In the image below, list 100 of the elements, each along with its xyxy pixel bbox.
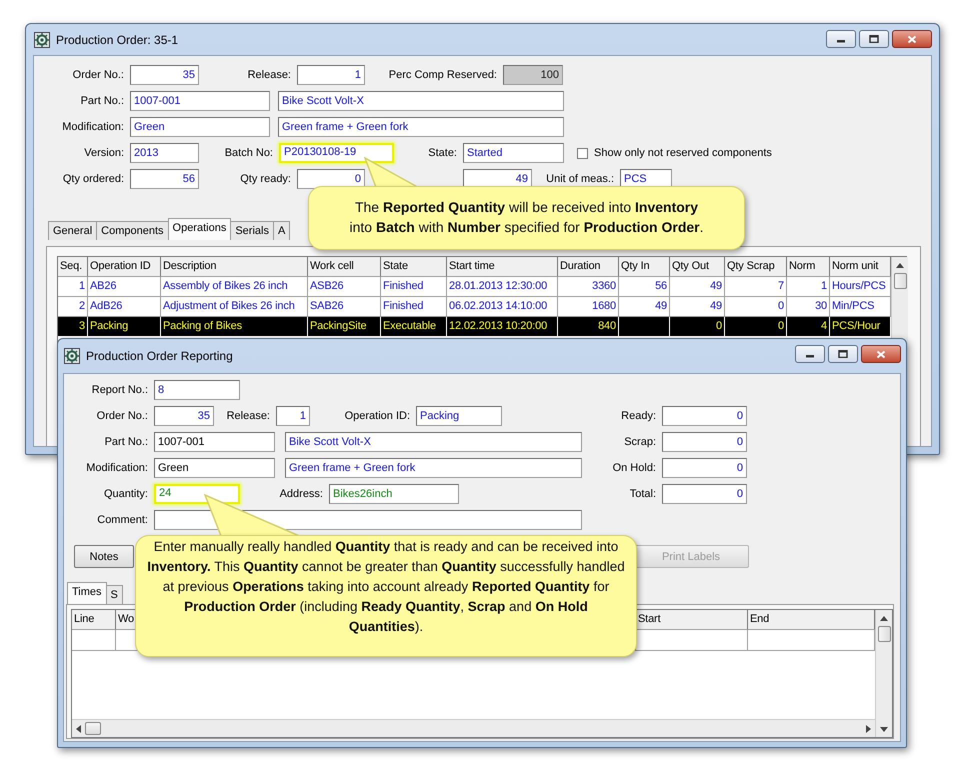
table-cell: 0	[670, 317, 725, 337]
table-cell: 49	[670, 277, 725, 297]
input-field[interactable]: Green	[130, 117, 270, 137]
table-cell: 49	[670, 297, 725, 317]
readonly-field: 100	[503, 65, 563, 85]
table-cell: 49	[619, 297, 670, 317]
table-row[interactable]: 1 AB26 Assembly of Bikes 26 inch ASB26 Finished 28.01.2013 12:30:00 3360 56 49 7 1 Hours/PCS	[58, 277, 891, 297]
input-field[interactable]: 56	[130, 169, 199, 189]
field-label: Quantity:	[102, 488, 149, 500]
table-cell: Finished	[381, 277, 447, 297]
table-cell: ASB26	[308, 277, 381, 297]
field-label: Ready:	[620, 410, 657, 422]
input-field[interactable]: Green	[154, 458, 275, 478]
table-cell: 7	[725, 277, 787, 297]
table-cell: 3	[58, 317, 88, 337]
table-cell: AdB26	[88, 297, 161, 317]
column-header[interactable]: Norm unit	[830, 257, 891, 277]
table-cell: Executable	[381, 317, 447, 337]
field-label: Batch No:	[224, 147, 274, 159]
field-label: Unit of meas.:	[545, 173, 615, 185]
table-cell: 4	[787, 317, 830, 337]
tab[interactable]: Times	[67, 582, 107, 604]
table-cell: 56	[619, 277, 670, 297]
field-label: Scrap:	[623, 436, 657, 448]
tab[interactable]: A	[272, 221, 290, 240]
table-cell: Adjustment of Bikes 26 inch	[161, 297, 308, 317]
selected-row[interactable]: 3 Packing Packing of Bikes PackingSite Executable 12.02.2013 10:20:00 840 0 0 4 PCS/Hour	[58, 317, 891, 337]
input-field[interactable]: 0	[662, 432, 747, 452]
tab[interactable]: Components	[96, 221, 169, 240]
input-field[interactable]: 1007-001	[130, 91, 270, 111]
input-field[interactable]: Green frame + Green fork	[285, 458, 582, 478]
input-field[interactable]: Bikes26inch	[329, 484, 459, 504]
input-field[interactable]: 1007-001	[154, 432, 275, 452]
input-field[interactable]: 35	[154, 406, 214, 426]
input-field[interactable]: 0	[662, 484, 747, 504]
column-header[interactable]: Seq.	[58, 257, 88, 277]
input-field[interactable]: Bike Scott Volt-X	[285, 432, 582, 452]
field-label: Total:	[628, 488, 657, 500]
input-field[interactable]: 1	[276, 406, 310, 426]
table-cell: Finished	[381, 297, 447, 317]
field-label: Perc Comp Reserved:	[388, 69, 498, 81]
column-header[interactable]: Start	[636, 610, 748, 630]
table-cell: Packing	[88, 317, 161, 337]
table-cell: 2	[58, 297, 88, 317]
table-cell: 3360	[558, 277, 619, 297]
table-cell: 30	[787, 297, 830, 317]
field-label: On Hold:	[612, 462, 657, 474]
input-field[interactable]: 0	[662, 458, 747, 478]
button[interactable]: Notes	[74, 545, 134, 568]
input-field[interactable]: 35	[130, 65, 199, 85]
input-field[interactable]: 0	[662, 406, 747, 426]
input-field[interactable]: P20130108-19	[279, 143, 394, 163]
column-header[interactable]: State	[381, 257, 447, 277]
input-field[interactable]: 2013	[130, 143, 199, 163]
column-header[interactable]: Line	[72, 610, 116, 630]
column-header[interactable]: Work cell	[308, 257, 381, 277]
tab[interactable]: Serials	[230, 221, 274, 240]
table-cell: 06.02.2013 14:10:00	[447, 297, 558, 317]
table-cell: 12.02.2013 10:20:00	[447, 317, 558, 337]
window-title: Production Order: 35-1	[56, 32, 178, 46]
field-label: Operation ID:	[344, 410, 411, 422]
table-cell: Assembly of Bikes 26 inch	[161, 277, 308, 297]
column-header[interactable]: Qty Out	[670, 257, 725, 277]
table-row[interactable]: 2 AdB26 Adjustment of Bikes 26 inch SAB26 Finished 06.02.2013 14:10:00 1680 49 49 0 30 Min/PCS	[58, 297, 891, 317]
column-header[interactable]: Operation ID	[88, 257, 161, 277]
input-field[interactable]: Started	[463, 143, 564, 163]
field-label: State:	[427, 147, 458, 159]
column-header[interactable]: End	[748, 610, 875, 630]
input-field[interactable]: Green frame + Green fork	[278, 117, 564, 137]
table-cell: Packing of Bikes	[161, 317, 308, 337]
field-label: Qty ordered:	[62, 173, 125, 185]
field-label: Version:	[83, 147, 125, 159]
column-header[interactable]: Qty In	[619, 257, 670, 277]
tab[interactable]: General	[48, 221, 98, 240]
field-label: Order No.:	[72, 69, 125, 81]
table-cell: 28.01.2013 12:30:00	[447, 277, 558, 297]
input-field[interactable]: 8	[154, 380, 240, 400]
field-label: Part No.:	[104, 436, 149, 448]
table-cell: 0	[725, 317, 787, 337]
column-header[interactable]: Start time	[447, 257, 558, 277]
input-field[interactable]: Bike Scott Volt-X	[278, 91, 564, 111]
input-field[interactable]: 1	[297, 65, 365, 85]
field-label: Part No.:	[80, 95, 125, 107]
field-label: Comment:	[96, 514, 149, 526]
window-title: Production Order Reporting	[86, 349, 233, 363]
field-label: Modification:	[61, 121, 125, 133]
column-header[interactable]: Norm	[787, 257, 830, 277]
column-header[interactable]: Description	[161, 257, 308, 277]
column-header[interactable]: Duration	[558, 257, 619, 277]
input-field[interactable]: 0	[297, 169, 365, 189]
field-label: Report No.:	[90, 384, 149, 396]
column-header[interactable]: Qty Scrap	[725, 257, 787, 277]
table-cell: 1680	[558, 297, 619, 317]
checkbox-label: Show only not reserved components	[594, 147, 772, 159]
input-field[interactable]: 24	[154, 484, 240, 504]
input-field[interactable]: Packing	[416, 406, 502, 426]
field-label: Address:	[278, 488, 324, 500]
tab[interactable]: Operations	[168, 218, 232, 240]
table-cell: Min/PCS	[830, 297, 891, 317]
table-cell: SAB26	[308, 297, 381, 317]
